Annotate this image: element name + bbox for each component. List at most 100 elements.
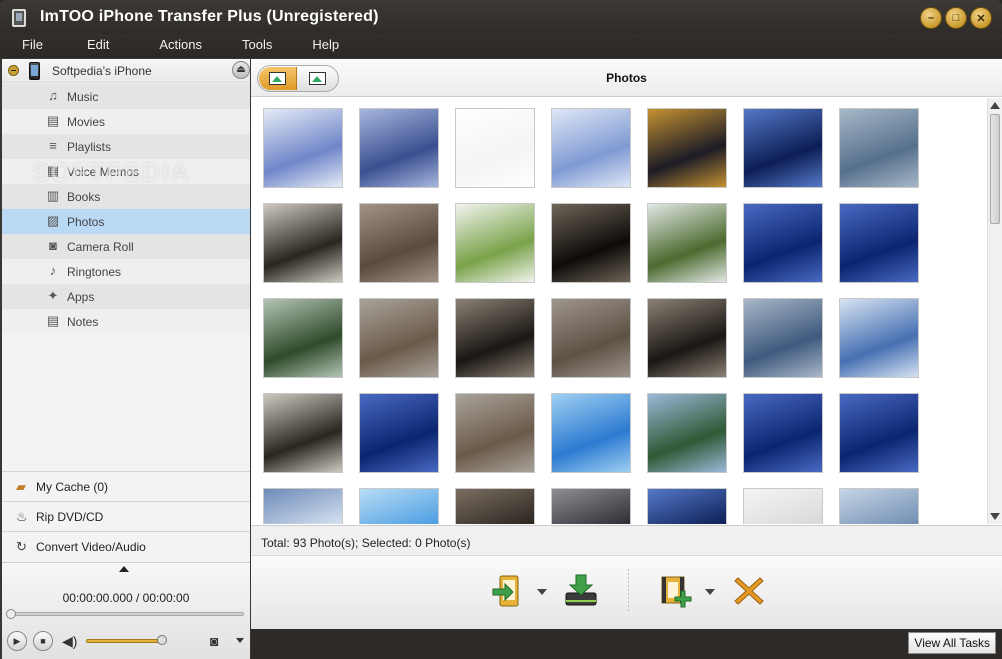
photo-thumbnail[interactable] [647, 203, 727, 283]
sidebar-item-label: Notes [67, 315, 99, 329]
sidebar: Softpedia's iPhone ⏏ ♫ Music ▤ Movies ≡ Playl… [2, 59, 250, 659]
rip-dvd-link[interactable]: ♨ Rip DVD/CD [2, 501, 250, 531]
view-bar: Photos [251, 59, 1002, 97]
photo-thumbnail[interactable] [551, 203, 631, 283]
sidebar-item-music[interactable]: ♫ Music [2, 84, 250, 109]
photo-thumbnail[interactable] [359, 203, 439, 283]
photo-thumbnail[interactable] [551, 108, 631, 188]
maximize-button[interactable]: □ [945, 7, 967, 29]
sidebar-item-label: Playlists [67, 140, 112, 154]
photo-thumbnail[interactable] [359, 393, 439, 473]
photo-thumbnail[interactable] [359, 488, 439, 524]
photo-thumbnail[interactable] [455, 488, 535, 524]
sidebar-item-ringtones[interactable]: ♪ Ringtones [2, 259, 250, 284]
close-button[interactable]: ✕ [970, 7, 992, 29]
status-text: Total: 93 Photo(s); Selected: 0 Photo(s) [261, 536, 471, 550]
volume-slider[interactable] [86, 639, 162, 643]
add-dropdown-icon[interactable] [705, 589, 715, 595]
menu-file[interactable]: File [22, 34, 43, 58]
photo-thumbnail[interactable] [455, 393, 535, 473]
film-icon: ▤ [46, 113, 60, 128]
sidebar-nav: ♫ Music ▤ Movies ≡ Playlists ▦ Voice Memos ▥ Book… [2, 84, 250, 334]
notes-icon: ▤ [46, 313, 60, 328]
photo-thumbnail[interactable] [551, 298, 631, 378]
menu-actions[interactable]: Actions [159, 34, 202, 58]
photo-thumbnail[interactable] [263, 393, 343, 473]
photo-thumbnail[interactable] [743, 203, 823, 283]
sidebar-item-voice-memos[interactable]: ▦ Voice Memos [2, 159, 250, 184]
volume-knob[interactable] [157, 635, 167, 645]
sidebar-item-notes[interactable]: ▤ Notes [2, 309, 250, 334]
seek-knob[interactable] [6, 609, 16, 619]
sidebar-item-books[interactable]: ▥ Books [2, 184, 250, 209]
export-to-pc-icon[interactable] [563, 573, 599, 609]
photo-thumbnail[interactable] [839, 298, 919, 378]
photo-thumbnail[interactable] [647, 488, 727, 524]
scroll-up-icon[interactable] [990, 102, 1000, 109]
view-all-tasks-button[interactable]: View All Tasks [908, 632, 996, 654]
device-name: Softpedia's iPhone [52, 64, 152, 78]
play-button[interactable]: ▶ [7, 631, 27, 651]
delete-icon[interactable] [731, 573, 767, 609]
expand-player-icon[interactable] [119, 566, 129, 572]
photo-thumbnail[interactable] [551, 393, 631, 473]
photo-thumbnail[interactable] [551, 488, 631, 524]
photo-thumbnail[interactable] [743, 393, 823, 473]
photo-thumbnail[interactable] [743, 488, 823, 524]
apps-icon: ✦ [47, 288, 59, 303]
photo-thumbnail[interactable] [839, 203, 919, 283]
photo-thumbnail[interactable] [647, 108, 727, 188]
photo-thumbnail[interactable] [455, 298, 535, 378]
stop-button[interactable]: ■ [33, 631, 53, 651]
import-dropdown-icon[interactable] [537, 589, 547, 595]
photo-icon: ▨ [46, 213, 60, 228]
scroll-down-icon[interactable] [990, 513, 1000, 520]
menu-bar: File Edit Actions Tools Help [0, 34, 1002, 58]
photo-thumbnail[interactable] [647, 298, 727, 378]
photo-thumbnail[interactable] [263, 108, 343, 188]
volume-icon[interactable]: ◀) [62, 633, 77, 650]
photo-thumbnail[interactable] [263, 298, 343, 378]
photo-thumbnail[interactable] [455, 203, 535, 283]
eject-icon[interactable]: ⏏ [232, 61, 250, 79]
vertical-scrollbar[interactable] [987, 98, 1002, 524]
sidebar-item-movies[interactable]: ▤ Movies [2, 109, 250, 134]
photo-thumbnail[interactable] [455, 108, 535, 188]
sidebar-item-label: Books [67, 190, 101, 204]
import-to-device-icon[interactable] [491, 573, 527, 609]
snapshot-icon[interactable]: ◙ [210, 633, 218, 649]
photo-thumbnail[interactable] [263, 203, 343, 283]
snapshot-dropdown-icon[interactable] [236, 638, 244, 643]
my-cache-link[interactable]: ▰ My Cache (0) [2, 471, 250, 501]
seek-bar[interactable] [8, 612, 244, 616]
menu-help[interactable]: Help [312, 34, 339, 58]
app-window: ImTOO iPhone Transfer Plus (Unregistered… [0, 0, 1002, 659]
sidebar-item-camera-roll[interactable]: ◙ Camera Roll [2, 234, 250, 259]
photo-thumbnail[interactable] [263, 488, 343, 524]
minimize-button[interactable]: – [920, 7, 942, 29]
collapse-icon[interactable] [8, 65, 19, 76]
photo-thumbnail[interactable] [359, 298, 439, 378]
add-photos-icon[interactable] [657, 573, 693, 609]
scroll-thumb[interactable] [990, 114, 1000, 224]
sidebar-item-label: Voice Memos [67, 165, 140, 179]
convert-icon: ↻ [16, 539, 27, 554]
photo-thumbnail[interactable] [839, 393, 919, 473]
window-controls: – □ ✕ [920, 7, 992, 29]
device-row[interactable]: Softpedia's iPhone ⏏ [2, 59, 250, 83]
sidebar-item-photos[interactable]: ▨ Photos [2, 209, 250, 234]
menu-tools[interactable]: Tools [242, 34, 272, 58]
rip-dvd-icon: ♨ [16, 509, 28, 524]
convert-video-link[interactable]: ↻ Convert Video/Audio [2, 531, 250, 561]
sidebar-item-playlists[interactable]: ≡ Playlists [2, 134, 250, 159]
photo-thumbnail[interactable] [743, 108, 823, 188]
photo-thumbnail[interactable] [839, 488, 919, 524]
my-cache-label: My Cache (0) [36, 480, 109, 494]
book-icon: ▥ [46, 188, 60, 203]
photo-thumbnail[interactable] [743, 298, 823, 378]
menu-edit[interactable]: Edit [87, 34, 109, 58]
photo-thumbnail[interactable] [647, 393, 727, 473]
photo-thumbnail[interactable] [839, 108, 919, 188]
photo-thumbnail[interactable] [359, 108, 439, 188]
sidebar-item-apps[interactable]: ✦ Apps [2, 284, 250, 309]
